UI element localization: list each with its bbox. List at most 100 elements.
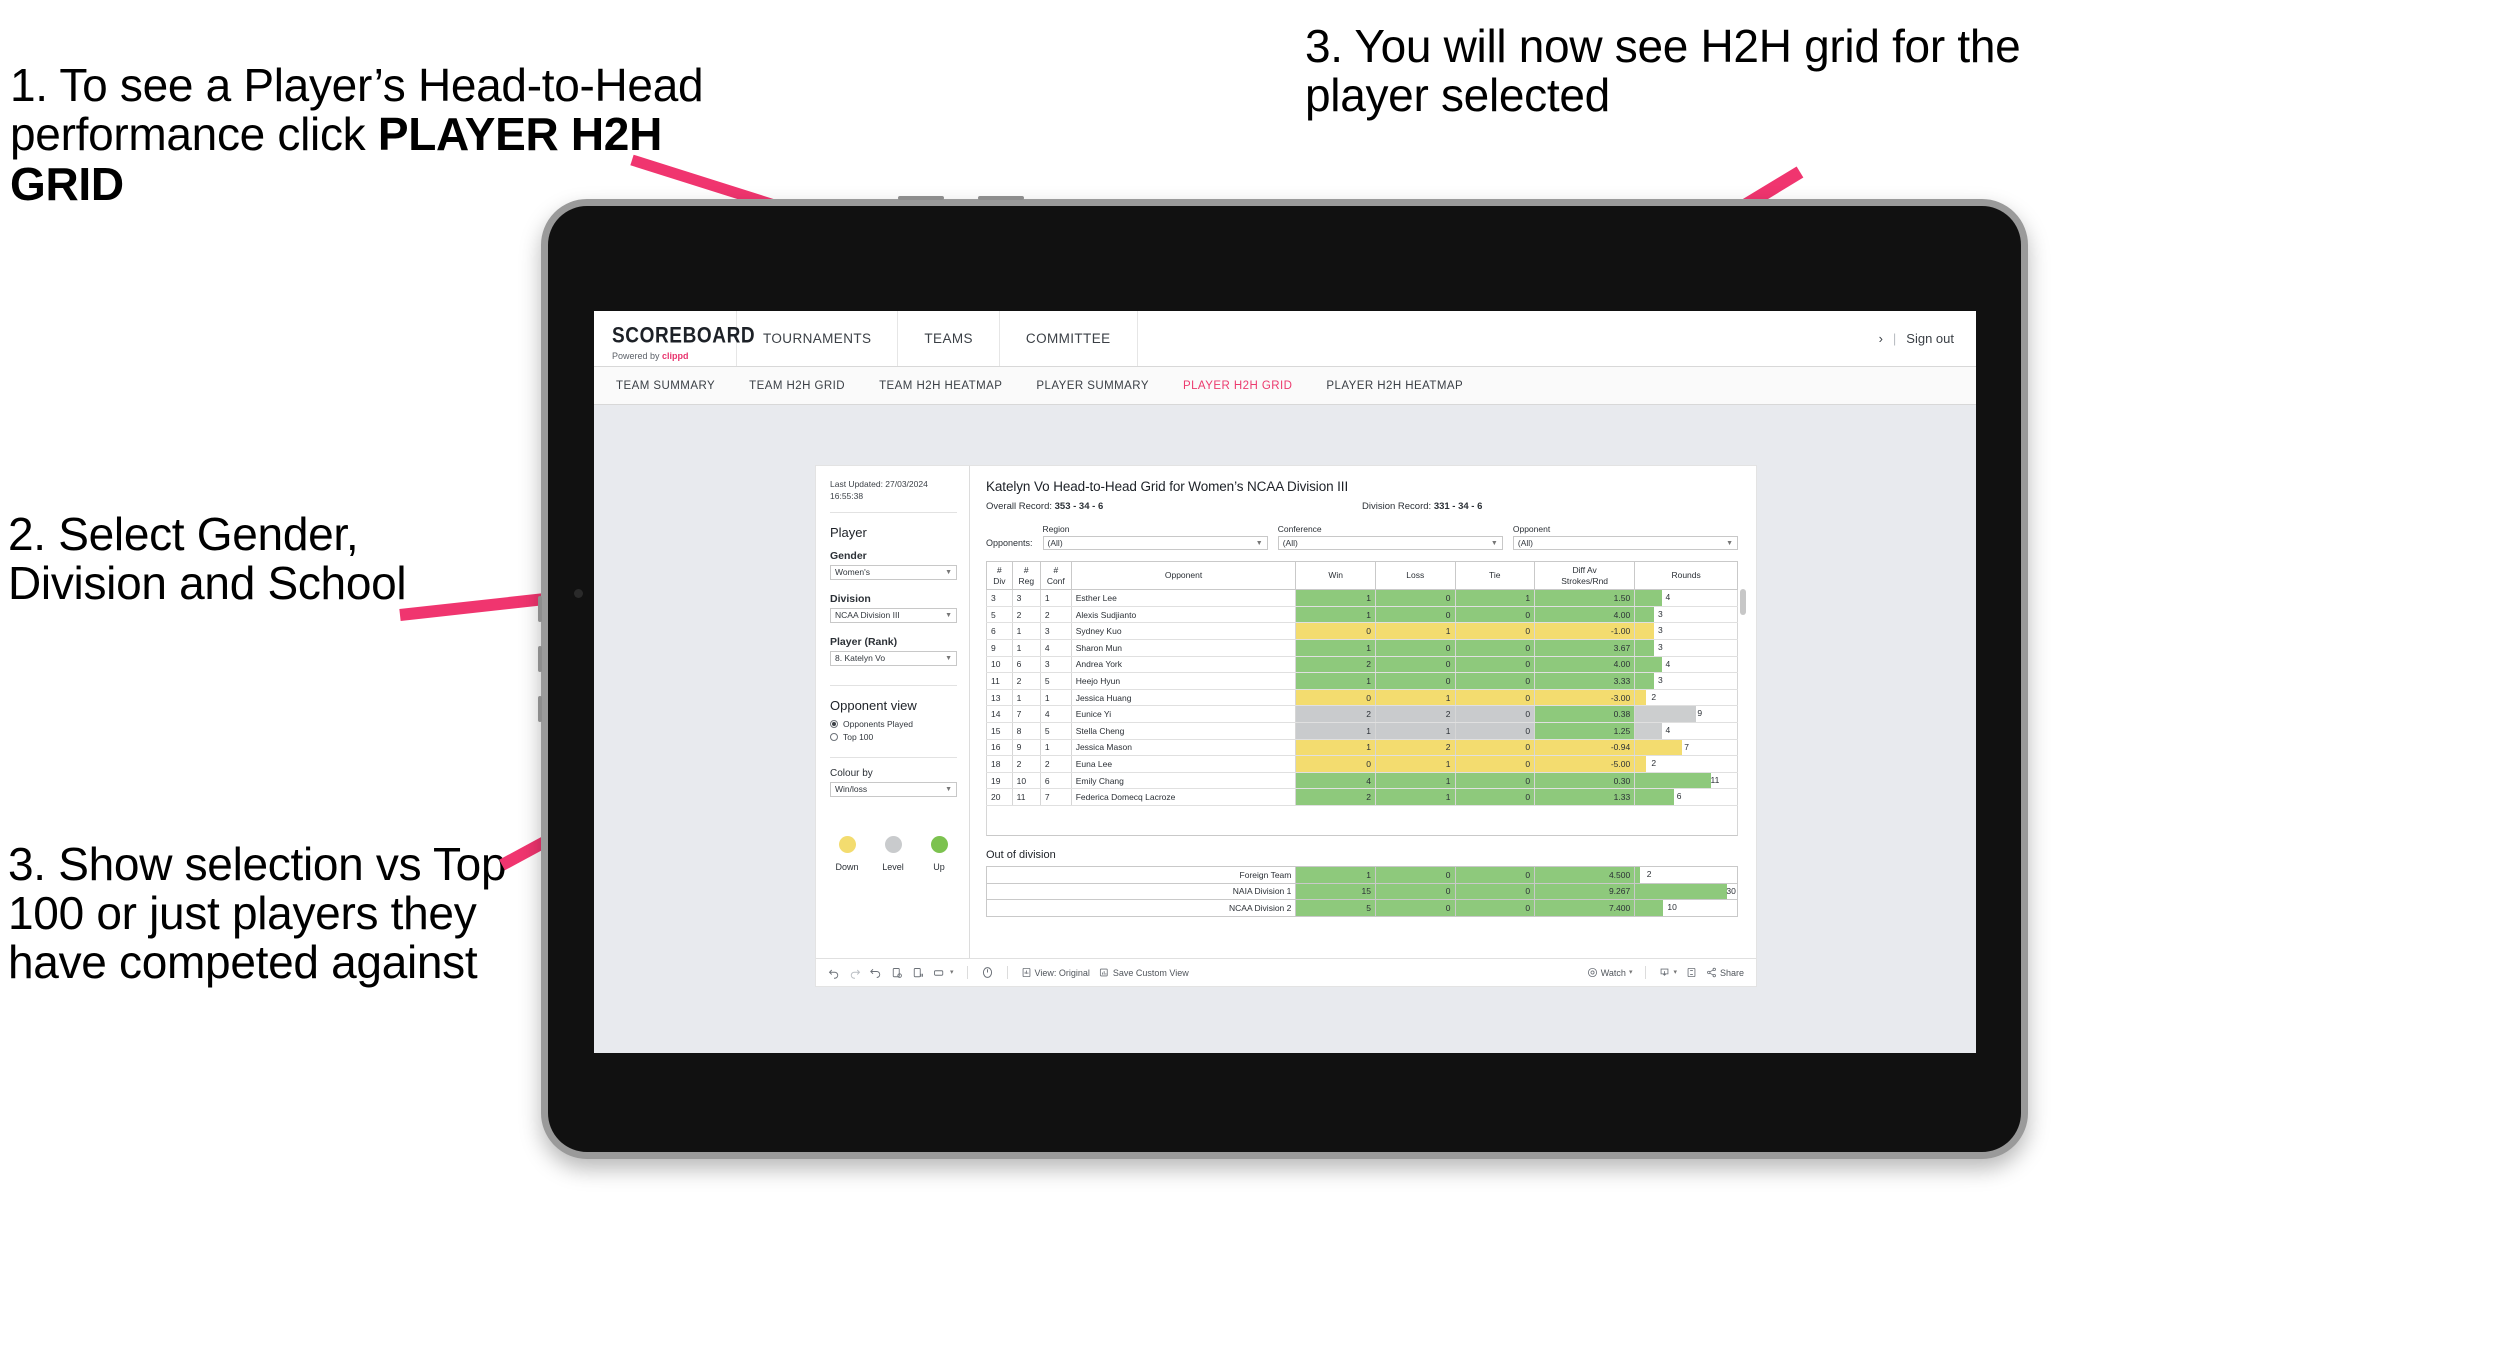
toolbar-divider-3 [1645,966,1647,979]
ood-rounds-value: 30 [1726,885,1736,896]
division-select[interactable]: NCAA Division III ▼ [830,607,957,623]
colour-by-select[interactable]: Win/loss ▼ [830,781,957,797]
opponent-select[interactable]: (All) ▼ [1512,536,1739,550]
col-tie[interactable]: Tie [1454,560,1536,591]
cell-ood-loss: 0 [1374,882,1456,901]
col-loss[interactable]: Loss [1374,560,1456,591]
player-rank-select-value: 8. Katelyn Vo [835,653,886,664]
legend-item-level: Level [880,835,906,872]
table-row[interactable]: 16 9 1 Jessica Mason 1 2 0 -0.94 7 [986,739,1738,757]
out-of-division-row[interactable]: Foreign Team 1 0 0 4.500 2 [985,865,1738,884]
gender-select[interactable]: Women's ▼ [830,564,957,580]
rounds-value: 2 [1651,758,1657,769]
cell-win: 0 [1295,755,1376,773]
table-row[interactable]: 10 6 3 Andrea York 2 0 0 4.00 4 [986,656,1738,674]
tab-team-h2h-grid[interactable]: TEAM H2H GRID [749,380,845,392]
col-rounds[interactable]: Rounds [1634,560,1738,591]
table-row[interactable]: 18 2 2 Euna Lee 0 1 0 -5.00 2 [986,755,1738,773]
device-layout-icon[interactable]: ▾ [933,967,954,979]
tab-team-h2h-heatmap[interactable]: TEAM H2H HEATMAP [879,380,1002,392]
watch-label: Watch [1600,967,1626,978]
cell-conf: 3 [1039,656,1072,674]
tab-player-h2h-grid[interactable]: PLAYER H2H GRID [1183,380,1292,392]
topnav-account-area: › | Sign out [1857,311,1976,366]
chevron-right-icon[interactable]: › [1879,331,1883,346]
pause-updates-icon[interactable] [912,967,924,979]
tab-player-h2h-heatmap[interactable]: PLAYER H2H HEATMAP [1326,380,1463,392]
refresh-data-icon[interactable] [891,967,903,979]
h2h-grid-main: Katelyn Vo Head-to-Head Grid for Women’s… [970,466,1756,958]
topnav-item-teams[interactable]: TEAMS [898,311,1000,366]
download-button[interactable]: ▾ [1659,967,1677,978]
table-row[interactable]: 6 1 3 Sydney Kuo 0 1 0 -1.00 3 [986,622,1738,641]
cell-win: 1 [1295,589,1376,607]
table-row[interactable]: 9 1 4 Sharon Mun 1 0 0 3.67 3 [986,639,1738,657]
field-gender-label: Gender [830,549,867,562]
cell-rounds-bar: 3 [1634,672,1738,690]
table-row[interactable]: 3 3 1 Esther Lee 1 0 1 1.50 4 [986,589,1738,607]
table-row[interactable]: 13 1 1 Jessica Huang 0 1 0 -3.00 2 [986,689,1738,707]
radio-opponents-played[interactable]: Opponents Played [830,719,957,729]
filter-region: Region (All) ▼ [1042,524,1268,550]
share-button[interactable]: Share [1706,967,1744,978]
save-custom-view-button[interactable]: Save Custom View [1099,967,1189,978]
player-rank-select[interactable]: 8. Katelyn Vo ▼ [830,650,957,666]
view-original-button[interactable]: View: Original [1021,967,1090,978]
topnav-item-tournaments[interactable]: TOURNAMENTS [737,311,899,366]
watch-button[interactable]: Watch ▾ [1587,967,1632,978]
cell-diff: 3.33 [1534,672,1636,690]
grid-vertical-scrollbar[interactable] [1740,589,1746,615]
table-row[interactable]: 14 7 4 Eunice Yi 2 2 0 0.38 9 [986,705,1738,723]
col-div[interactable]: # Div [986,560,1013,591]
undo-icon[interactable] [828,967,840,979]
table-row[interactable]: 11 2 5 Heejo Hyun 1 0 0 3.33 3 [986,672,1738,690]
rounds-value: 3 [1657,675,1663,686]
col-diff-av-strokes[interactable]: Diff Av Strokes/Rnd [1534,560,1636,591]
app-logo[interactable]: SCOREBOARD Powered by clippd [594,311,755,366]
fullscreen-icon[interactable] [1686,967,1697,978]
out-of-division-row[interactable]: NAIA Division 1 15 0 0 9.267 30 [985,882,1738,901]
field-division: Division NCAA Division III ▼ [830,593,957,623]
rounds-value: 4 [1665,725,1671,735]
cell-reg: 1 [1011,639,1041,657]
revert-icon[interactable] [870,967,882,979]
save-custom-view-label: Save Custom View [1112,967,1189,978]
history-icon[interactable] [981,966,994,979]
out-of-division-row[interactable]: NCAA Division 2 5 0 0 7.400 10 [985,899,1738,917]
field-player-rank: Player (Rank) 8. Katelyn Vo ▼ [830,636,957,666]
tab-player-summary[interactable]: PLAYER SUMMARY [1036,380,1149,392]
slide-canvas: 1. To see a Player’s Head-to-Head perfor… [0,0,2512,1352]
col-reg[interactable]: # Reg [1011,560,1041,591]
region-select[interactable]: (All) ▼ [1042,536,1268,550]
conference-select[interactable]: (All) ▼ [1277,536,1503,550]
panel-divider-2 [830,756,957,758]
dashboard-canvas: Last Updated: 27/03/2024 16:55:38 Player… [594,405,1976,1053]
download-icon [1659,967,1670,978]
cell-opponent: Eunice Yi [1070,705,1297,723]
cell-opponent: Federica Domecq Lacroze [1070,788,1297,806]
table-row[interactable]: 15 8 5 Stella Cheng 1 1 0 1.25 4 [986,722,1738,740]
tab-team-summary[interactable]: TEAM SUMMARY [616,380,715,392]
rounds-value: 3 [1657,642,1663,653]
cell-tie: 0 [1454,722,1536,740]
cell-reg: 11 [1011,788,1041,806]
table-row[interactable]: 20 11 7 Federica Domecq Lacroze 2 1 0 1.33 6 [986,788,1738,806]
sign-out-link[interactable]: Sign out [1906,331,1954,346]
table-row[interactable]: 5 2 2 Alexis Sudjianto 1 0 0 4.00 3 [986,606,1738,624]
cell-ood-tie: 0 [1454,865,1536,884]
cell-reg: 1 [1011,689,1041,707]
cell-ood-name: Foreign Team [985,865,1297,884]
filter-conference-label: Conference [1277,524,1322,534]
rounds-value: 7 [1684,741,1689,752]
col-conf[interactable]: # Conf [1039,560,1072,591]
redo-icon[interactable] [849,967,861,979]
col-win[interactable]: Win [1295,560,1376,591]
topnav-item-committee[interactable]: COMMITTEE [1000,311,1138,366]
h2h-grid-table: # Div # Reg # Conf Opponent Win Loss Tie Di… [986,560,1738,806]
radio-top-100[interactable]: Top 100 [830,732,957,742]
col-opponent[interactable]: Opponent [1070,560,1297,591]
cell-conf: 4 [1039,705,1072,723]
col-conf-l2: Conf [1046,575,1065,586]
cell-loss: 1 [1374,722,1456,740]
table-row[interactable]: 19 10 6 Emily Chang 4 1 0 0.30 11 [986,772,1738,790]
